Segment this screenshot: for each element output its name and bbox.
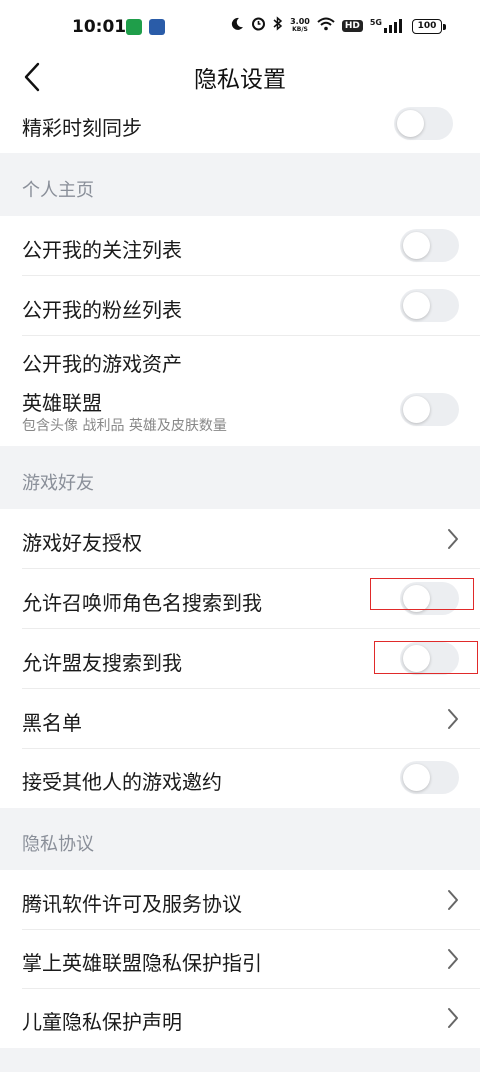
section-label: 游戏好友 xyxy=(22,473,94,494)
row-sublabel: 包含头像 战利品 英雄及皮肤数量 xyxy=(22,418,227,434)
net-speed: 3.00 KB/S xyxy=(290,17,310,34)
app-notification-icon xyxy=(126,19,142,35)
toggle-knob xyxy=(397,110,424,137)
toggle-knob xyxy=(403,645,430,672)
row-label: 腾讯软件许可及服务协议 xyxy=(22,892,242,916)
hd-badge: HD xyxy=(341,20,363,32)
ally-search-toggle[interactable] xyxy=(400,642,459,675)
settings-row-accept-invites: 接受其他人的游戏邀约 xyxy=(0,749,480,808)
settings-row-tencent-license[interactable]: 腾讯软件许可及服务协议 xyxy=(0,870,480,930)
accept-invites-toggle[interactable] xyxy=(400,761,459,794)
settings-row-highlight-sync: 精彩时刻同步 xyxy=(0,102,480,153)
status-bar: 10:01 3.00 KB/S HD 5G 100 xyxy=(0,0,480,52)
chevron-right-icon xyxy=(448,949,458,969)
wifi-icon xyxy=(317,16,335,36)
chevron-right-icon xyxy=(448,709,458,729)
game-name-label: 英雄联盟 xyxy=(22,391,102,415)
bluetooth-icon xyxy=(273,16,283,36)
toggle-knob xyxy=(403,232,430,259)
summoner-search-toggle[interactable] xyxy=(400,582,459,615)
highlight-sync-toggle[interactable] xyxy=(394,107,453,140)
nav-bar: 隐私设置 xyxy=(0,52,480,102)
section-label: 隐私协议 xyxy=(22,834,94,855)
page-bottom-background xyxy=(0,1048,480,1072)
settings-row-privacy-guide[interactable]: 掌上英雄联盟隐私保护指引 xyxy=(0,930,480,989)
battery-level: 100 xyxy=(412,19,442,34)
moon-icon xyxy=(230,16,244,36)
page-title: 隐私设置 xyxy=(194,67,286,93)
section-label: 个人主页 xyxy=(22,180,94,201)
toggle-knob xyxy=(403,585,430,612)
settings-row-game-assets: 公开我的游戏资产 英雄联盟 包含头像 战利品 英雄及皮肤数量 xyxy=(0,336,480,446)
chevron-right-icon xyxy=(448,529,458,549)
chevron-right-icon xyxy=(448,890,458,910)
row-label: 精彩时刻同步 xyxy=(22,116,142,140)
settings-row-ally-search: 允许盟友搜索到我 xyxy=(0,629,480,689)
settings-row-summoner-search: 允许召唤师角色名搜索到我 xyxy=(0,569,480,629)
row-label: 游戏好友授权 xyxy=(22,531,142,555)
settings-row-fans-list: 公开我的粉丝列表 xyxy=(0,276,480,336)
battery-icon: 100 xyxy=(412,19,446,34)
row-label: 儿童隐私保护声明 xyxy=(22,1010,182,1034)
row-label: 允许盟友搜索到我 xyxy=(22,651,182,675)
row-label: 接受其他人的游戏邀约 xyxy=(22,770,222,794)
section-header-game-friends: 游戏好友 xyxy=(0,446,480,509)
settings-row-child-privacy[interactable]: 儿童隐私保护声明 xyxy=(0,989,480,1048)
chevron-right-icon xyxy=(448,1008,458,1028)
settings-row-friend-auth[interactable]: 游戏好友授权 xyxy=(0,509,480,569)
settings-row-follow-list: 公开我的关注列表 xyxy=(0,216,480,276)
app-notification-icon xyxy=(149,19,165,35)
row-label: 掌上英雄联盟隐私保护指引 xyxy=(22,951,262,975)
signal-icon: 5G xyxy=(370,19,402,33)
settings-row-blacklist[interactable]: 黑名单 xyxy=(0,689,480,749)
status-icons: 3.00 KB/S HD 5G xyxy=(230,16,402,36)
row-label: 允许召唤师角色名搜索到我 xyxy=(22,591,262,615)
row-label: 黑名单 xyxy=(22,711,82,735)
alarm-icon xyxy=(251,16,266,36)
row-label: 公开我的游戏资产 xyxy=(22,352,182,376)
toggle-knob xyxy=(403,764,430,791)
fans-list-toggle[interactable] xyxy=(400,289,459,322)
toggle-knob xyxy=(403,292,430,319)
toggle-knob xyxy=(403,396,430,423)
status-time: 10:01 xyxy=(72,17,127,37)
row-label: 公开我的关注列表 xyxy=(22,238,182,262)
row-label: 公开我的粉丝列表 xyxy=(22,298,182,322)
follow-list-toggle[interactable] xyxy=(400,229,459,262)
section-header-profile: 个人主页 xyxy=(0,153,480,216)
lol-assets-toggle[interactable] xyxy=(400,393,459,426)
section-header-privacy-agreement: 隐私协议 xyxy=(0,808,480,870)
